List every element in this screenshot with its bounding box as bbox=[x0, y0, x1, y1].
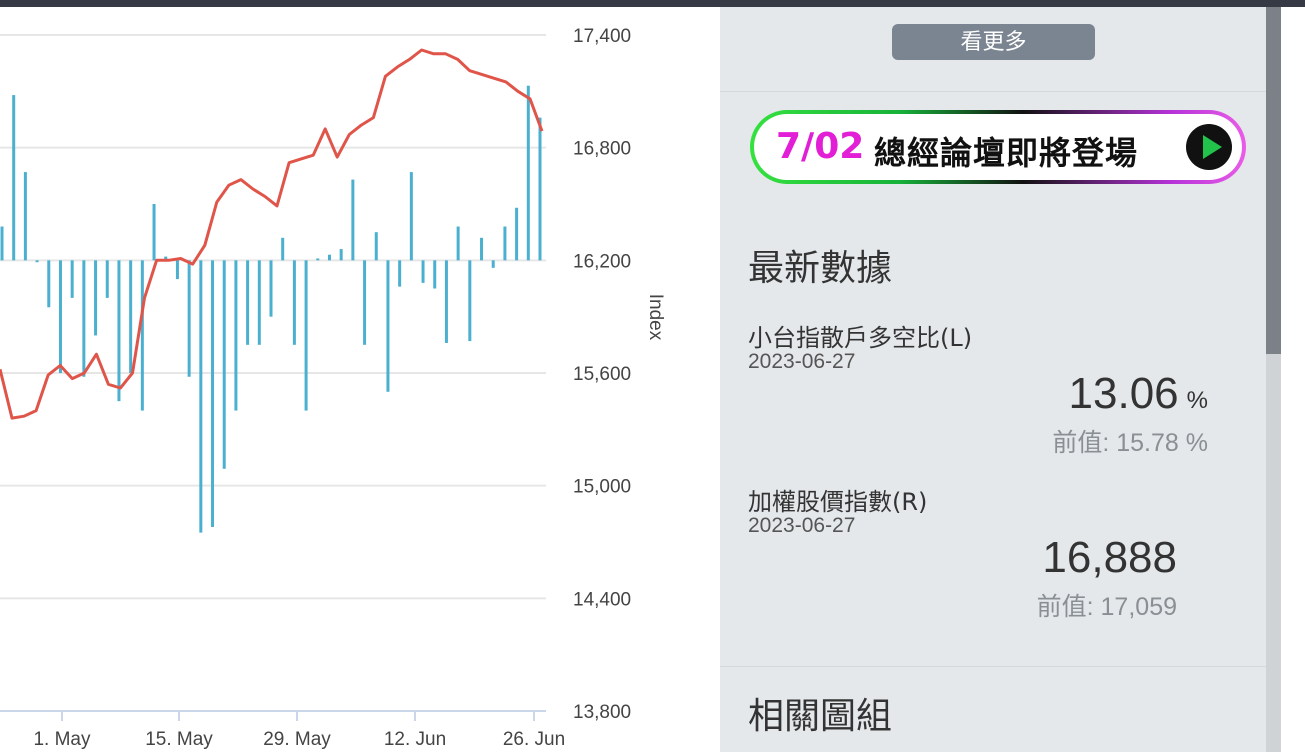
bar[interactable] bbox=[0, 226, 4, 261]
sidebar: 看更多 7/02 總經論壇即將登場 最新數據 小台指散戶多空比(L) 2023-… bbox=[720, 7, 1266, 752]
divider bbox=[720, 91, 1266, 92]
chart-svg: 1. May 15. May 29. May 12. Jun 26. Jun 17,40… bbox=[0, 26, 666, 750]
bar[interactable] bbox=[526, 85, 530, 261]
bar[interactable] bbox=[503, 226, 507, 261]
y-tick-label: 15,600 bbox=[573, 364, 631, 385]
bar[interactable] bbox=[433, 260, 437, 289]
top-bar bbox=[0, 0, 1305, 7]
y-tick-label: 17,400 bbox=[573, 26, 631, 47]
bar[interactable] bbox=[175, 260, 179, 280]
bar[interactable] bbox=[269, 260, 273, 317]
bar[interactable] bbox=[292, 260, 296, 345]
item-1-date: 2023-06-27 bbox=[748, 350, 856, 373]
item-2-name[interactable]: 加權股價指數(R) bbox=[748, 482, 927, 517]
bar[interactable] bbox=[117, 260, 121, 402]
bar[interactable] bbox=[140, 260, 144, 411]
forum-banner[interactable]: 7/02 總經論壇即將登場 bbox=[750, 110, 1246, 184]
bar[interactable] bbox=[129, 260, 133, 373]
bar[interactable] bbox=[246, 260, 250, 345]
bar[interactable] bbox=[70, 260, 74, 298]
bar[interactable] bbox=[351, 179, 355, 261]
index-line-series bbox=[0, 48, 544, 420]
bar[interactable] bbox=[281, 237, 285, 261]
bar[interactable] bbox=[363, 260, 367, 345]
y-tick-label: 15,000 bbox=[573, 477, 631, 498]
bar[interactable] bbox=[211, 260, 215, 527]
bar[interactable] bbox=[234, 260, 238, 411]
item-1-prev-value: 15.78 % bbox=[1116, 429, 1208, 457]
item-1-prev-label: 前值: bbox=[1052, 429, 1110, 457]
item-1-previous: 前值: 15.78 % bbox=[1052, 423, 1208, 459]
bar[interactable] bbox=[491, 260, 495, 268]
y-tick-label: 13,800 bbox=[573, 702, 631, 723]
divider bbox=[720, 666, 1266, 667]
item-2-prev-label: 前值: bbox=[1036, 593, 1094, 621]
bar[interactable] bbox=[58, 260, 62, 373]
bar[interactable] bbox=[12, 95, 16, 261]
bar[interactable] bbox=[187, 260, 191, 377]
y-tick-label: 16,800 bbox=[573, 139, 631, 160]
item-2-prev-value: 17,059 bbox=[1100, 593, 1177, 621]
chart: 1. May 15. May 29. May 12. Jun 26. Jun 17,40… bbox=[0, 7, 720, 752]
bar[interactable] bbox=[444, 260, 448, 343]
x-tick-label: 15. May bbox=[145, 729, 213, 750]
y-axis-title: Index bbox=[645, 294, 666, 341]
item-2-previous: 前值: 17,059 bbox=[1037, 587, 1177, 623]
play-icon[interactable] bbox=[1186, 124, 1232, 170]
x-tick-label: 1. May bbox=[33, 729, 91, 750]
bar[interactable] bbox=[480, 237, 484, 261]
item-1-name[interactable]: 小台指散戶多空比(L) bbox=[748, 318, 972, 353]
x-tick-label: 26. Jun bbox=[503, 729, 565, 750]
item-1-value: 13.06% bbox=[1069, 369, 1208, 419]
y-tick-label: 16,200 bbox=[573, 251, 631, 272]
bar[interactable] bbox=[35, 260, 39, 263]
x-tick-label: 29. May bbox=[263, 729, 331, 750]
item-1-unit: % bbox=[1186, 387, 1208, 414]
item-2-value-number: 16,888 bbox=[1042, 533, 1177, 582]
bar[interactable] bbox=[152, 204, 156, 261]
bar[interactable] bbox=[515, 207, 519, 261]
bar[interactable] bbox=[257, 260, 261, 345]
banner-date: 7/02 bbox=[776, 126, 865, 167]
bar[interactable] bbox=[199, 260, 203, 533]
bar[interactable] bbox=[468, 260, 472, 342]
bar[interactable] bbox=[304, 260, 308, 411]
bar[interactable] bbox=[94, 260, 98, 336]
bar[interactable] bbox=[23, 172, 27, 261]
bar[interactable] bbox=[82, 260, 86, 377]
y-tick-label: 14,400 bbox=[573, 589, 631, 610]
bar[interactable] bbox=[339, 249, 343, 261]
bar[interactable] bbox=[386, 260, 390, 392]
x-tick-label: 12. Jun bbox=[384, 729, 446, 750]
scrollbar-thumb[interactable] bbox=[1266, 7, 1281, 354]
bar[interactable] bbox=[409, 172, 413, 261]
latest-data-title: 最新數據 bbox=[748, 248, 893, 289]
bar[interactable] bbox=[374, 232, 378, 261]
bar[interactable] bbox=[105, 260, 109, 298]
bar[interactable] bbox=[222, 260, 226, 469]
bar[interactable] bbox=[456, 226, 460, 261]
bar[interactable] bbox=[47, 260, 51, 308]
related-charts-title: 相關圖組 bbox=[748, 696, 893, 737]
bar[interactable] bbox=[316, 258, 320, 261]
bar[interactable] bbox=[327, 254, 331, 261]
item-1-value-number: 13.06 bbox=[1068, 369, 1179, 418]
item-2-date: 2023-06-27 bbox=[748, 514, 856, 537]
banner-text: 總經論壇即將登場 bbox=[874, 134, 1139, 172]
bar[interactable] bbox=[538, 117, 542, 261]
item-2-value: 16,888 bbox=[1042, 533, 1177, 583]
bar[interactable] bbox=[398, 260, 402, 287]
bar[interactable] bbox=[421, 260, 425, 283]
see-more-button[interactable]: 看更多 bbox=[892, 24, 1095, 60]
